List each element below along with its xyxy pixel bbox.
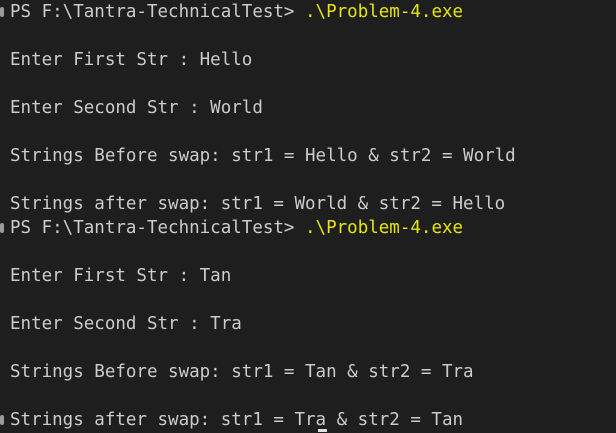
prompt-text: PS F:\Tantra-TechnicalTest> — [10, 218, 306, 238]
command-text: .\Problem-4.exe — [305, 2, 464, 22]
terminal-window[interactable]: PS F:\Tantra-TechnicalTest> .\Problem-4.… — [0, 0, 616, 433]
output-after-swap-1: Strings after swap: str1 = World & str2 … — [10, 194, 506, 214]
output-before-swap-1: Strings Before swap: str1 = Hello & str2… — [10, 146, 516, 166]
output-before-swap-2: Strings Before swap: str1 = Tan & str2 =… — [10, 362, 474, 382]
output-second-str-1: Enter Second Str : World — [10, 98, 263, 118]
prompt-line-2: PS F:\Tantra-TechnicalTest> .\Problem-4.… — [10, 216, 463, 240]
text-cursor — [318, 429, 327, 432]
command-decoration-icon[interactable] — [0, 223, 4, 233]
output-after-swap-2: Strings after swap: str1 = Tra & str2 = … — [10, 410, 464, 430]
prompt-text: PS F:\Tantra-TechnicalTest> — [10, 2, 306, 22]
command-decoration-icon[interactable] — [0, 7, 4, 17]
command-text: .\Problem-4.exe — [305, 218, 464, 238]
output-second-str-2: Enter Second Str : Tra — [10, 314, 242, 334]
prompt-line-1: PS F:\Tantra-TechnicalTest> .\Problem-4.… — [10, 0, 463, 24]
output-first-str-1: Enter First Str : Hello — [10, 50, 253, 70]
command-decoration-icon[interactable] — [0, 415, 4, 425]
output-first-str-2: Enter First Str : Tan — [10, 266, 232, 286]
